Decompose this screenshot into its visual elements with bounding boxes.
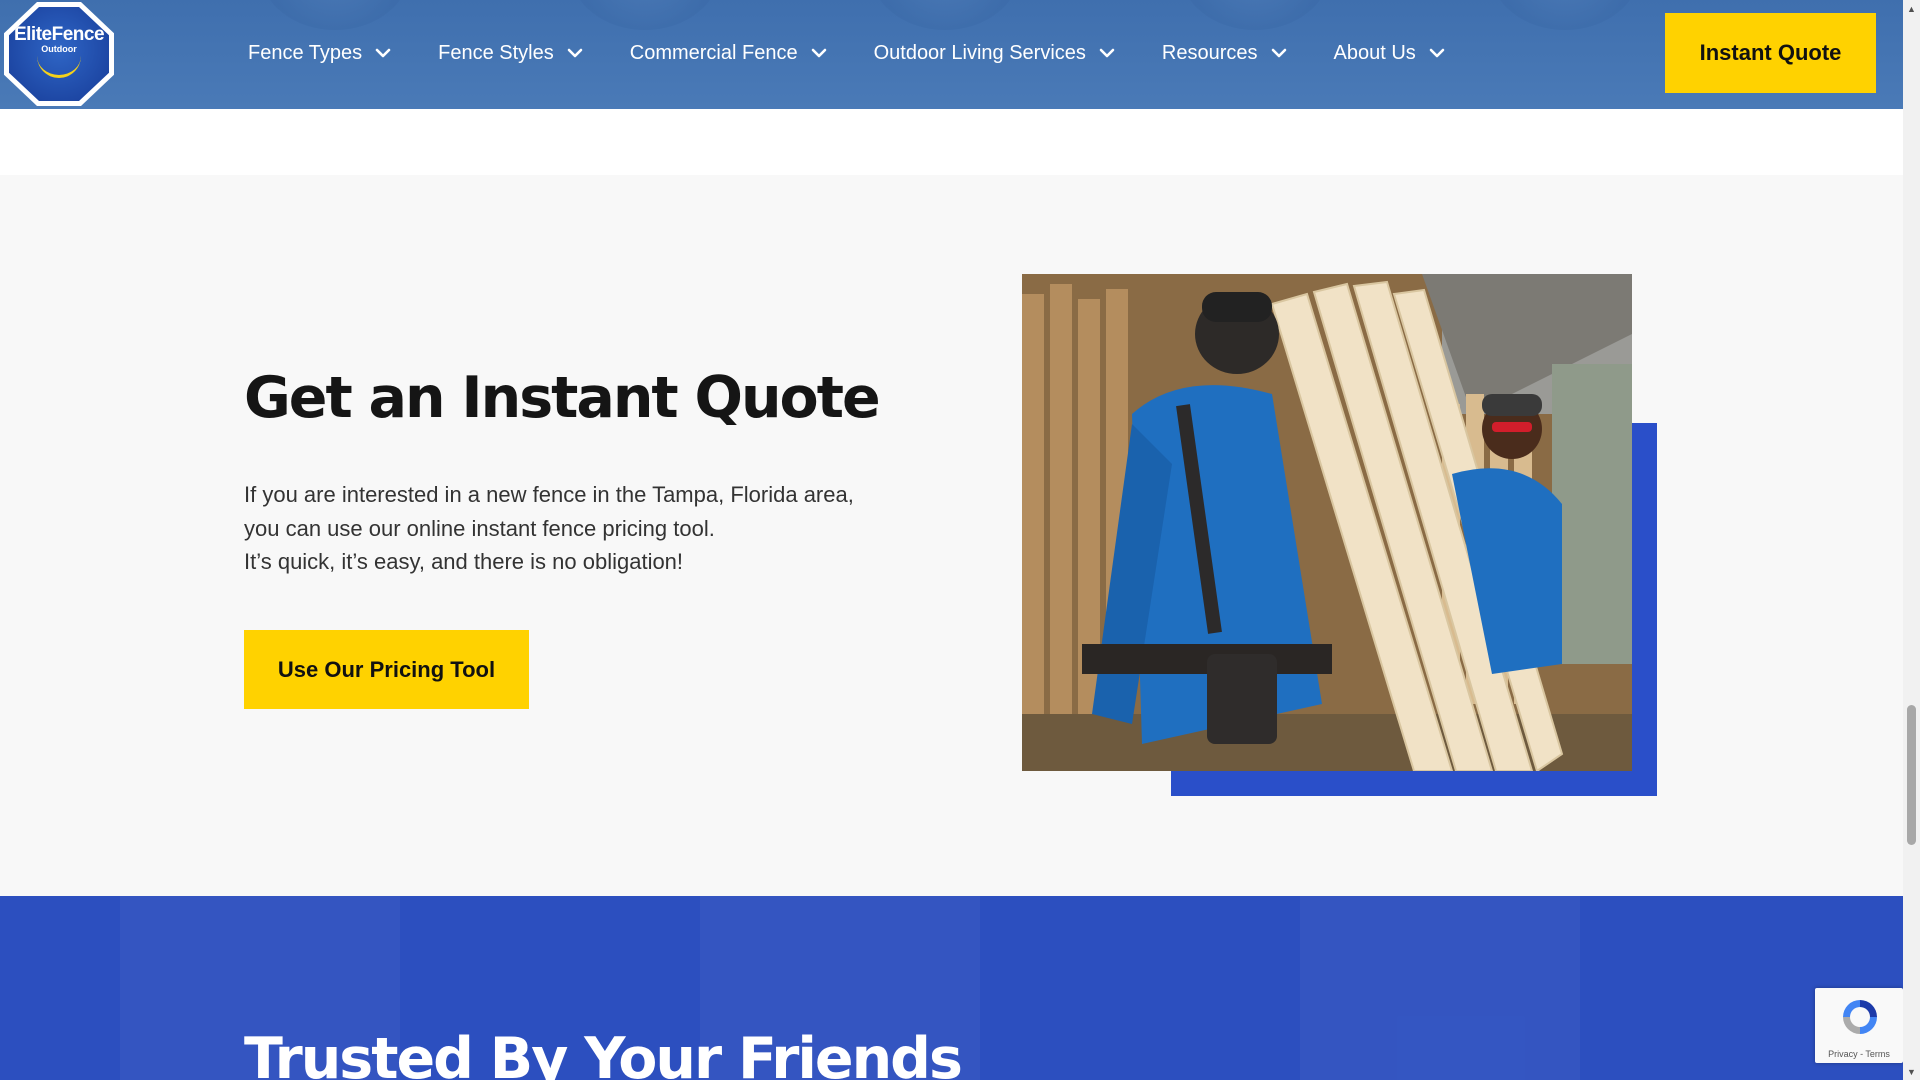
site-logo[interactable]: EliteFence Outdoor (4, 2, 114, 106)
main-nav: Fence Types Fence Styles Commercial Fenc… (248, 0, 1492, 106)
nav-item-fence-types[interactable]: Fence Types (248, 42, 392, 65)
nav-item-fence-styles[interactable]: Fence Styles (438, 42, 584, 65)
section-description: If you are interested in a new fence in … (244, 478, 964, 579)
scrollbar-thumb[interactable] (1907, 705, 1916, 845)
chevron-down-icon (810, 44, 828, 62)
description-line: you can use our online instant fence pri… (244, 515, 715, 541)
scroll-up-arrow-icon[interactable]: ▲ (1903, 0, 1920, 17)
instant-quote-button[interactable]: Instant Quote (1665, 13, 1876, 93)
logo-swoosh-icon (37, 56, 81, 78)
testimonials-section: Trusted By Your Friends (0, 896, 1903, 1080)
nav-item-label: About Us (1333, 41, 1416, 64)
nav-item-about-us[interactable]: About Us (1334, 42, 1446, 65)
pricing-tool-button[interactable]: Use Our Pricing Tool (244, 630, 529, 709)
description-line: If you are interested in a new fence in … (244, 482, 854, 507)
recaptcha-icon (1843, 1000, 1877, 1034)
section-title: Trusted By Your Friends (244, 1026, 963, 1080)
logo-sub-text: Outdoor (41, 44, 77, 54)
background-texture (1300, 896, 1580, 1080)
fence-installers-photo (1022, 274, 1632, 771)
section-title: Get an Instant Quote (244, 365, 881, 431)
instant-quote-section: Get an Instant Quote If you are interest… (0, 175, 1903, 896)
nav-item-label: Fence Types (248, 41, 363, 64)
chevron-down-icon (1098, 44, 1116, 62)
photo-fence-installers-icon (1022, 274, 1632, 771)
nav-item-outdoor-living-services[interactable]: Outdoor Living Services (874, 42, 1116, 65)
chevron-down-icon (566, 44, 584, 62)
chevron-down-icon (1428, 44, 1446, 62)
nav-item-label: Commercial Fence (629, 41, 798, 64)
chevron-down-icon (374, 44, 392, 62)
nav-item-commercial-fence[interactable]: Commercial Fence (630, 42, 828, 65)
scroll-down-arrow-icon[interactable]: ▼ (1903, 1063, 1920, 1080)
nav-item-label: Outdoor Living Services (873, 41, 1086, 64)
recaptcha-badge[interactable]: Privacy - Terms (1815, 988, 1903, 1063)
description-line: It’s quick, it’s easy, and there is no o… (244, 549, 684, 574)
nav-item-label: Fence Styles (438, 41, 554, 64)
page-scrollbar[interactable]: ▲ ▼ (1903, 0, 1920, 1080)
logo-brand-text: EliteFence (13, 24, 105, 45)
nav-item-resources[interactable]: Resources (1162, 42, 1288, 65)
site-header: EliteFence Outdoor Fence Types Fence Sty… (0, 0, 1903, 109)
chevron-down-icon (1270, 44, 1288, 62)
award-badge-decoration (1490, 0, 1640, 30)
recaptcha-links[interactable]: Privacy - Terms (1815, 1049, 1903, 1059)
nav-item-label: Resources (1161, 41, 1258, 64)
